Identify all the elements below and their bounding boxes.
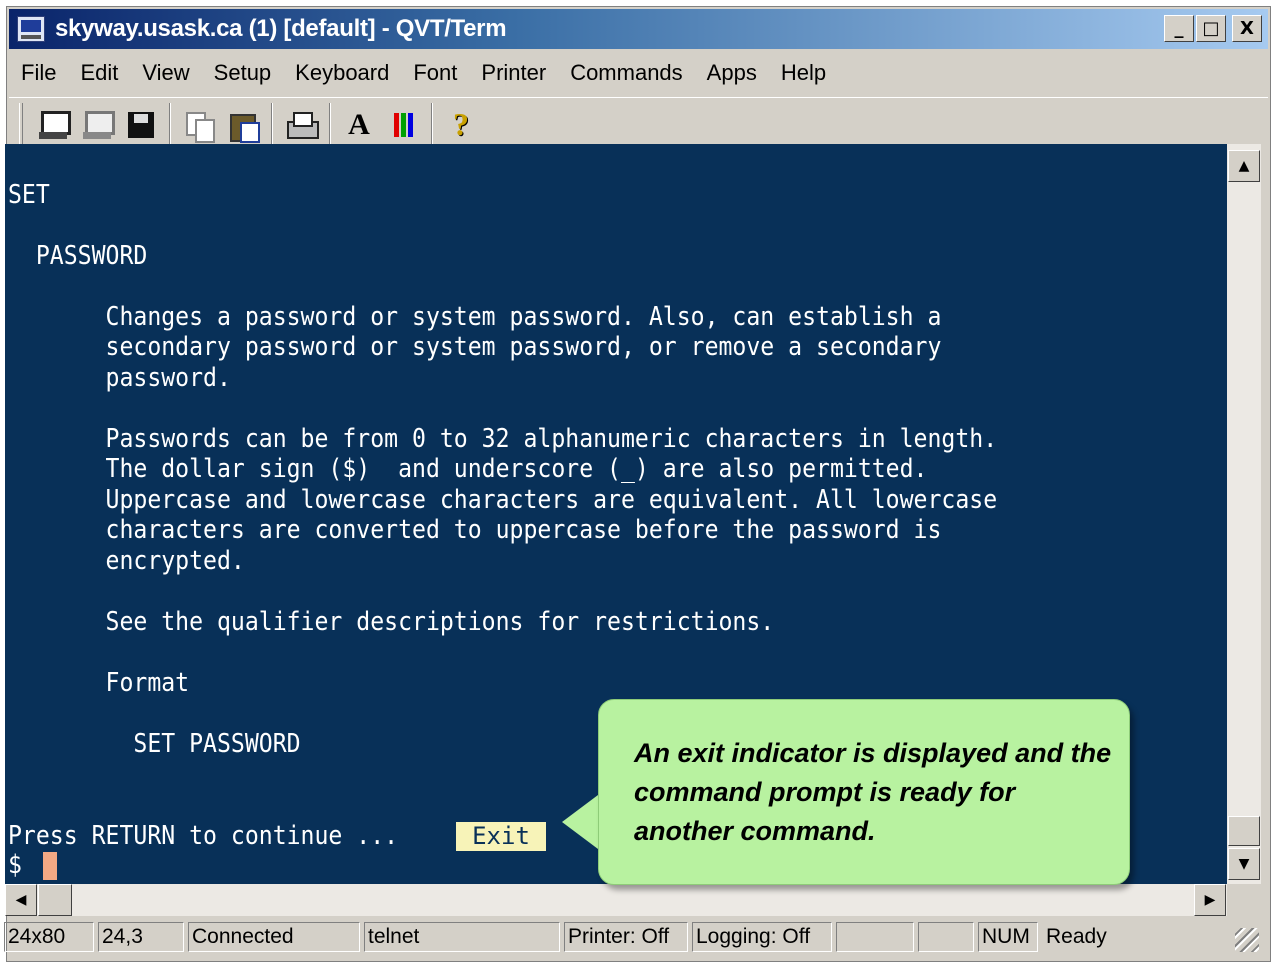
terminal-line: Passwords can be from 0 to 32 alphanumer…	[8, 424, 998, 454]
copy-icon	[184, 110, 215, 143]
scroll-up-button[interactable]: ▲	[1228, 150, 1260, 182]
status-bar: 24x80 24,3 Connected telnet Printer: Off…	[2, 920, 1261, 954]
toolbar-separator	[431, 102, 433, 147]
menu-bar: File Edit View Setup Keyboard Font Print…	[9, 53, 838, 93]
command-prompt: $	[8, 850, 22, 880]
menu-keyboard[interactable]: Keyboard	[283, 60, 401, 86]
color-bar-red	[393, 112, 399, 137]
terminal-line: encrypted.	[8, 546, 245, 576]
toolbar-separator	[271, 102, 273, 147]
exit-indicator: Exit	[456, 822, 546, 851]
terminal-line: secondary password or system password, o…	[8, 332, 942, 362]
close-button[interactable]: X	[1232, 15, 1262, 42]
terminal-line: SET PASSWORD	[8, 729, 301, 759]
continue-prompt: Press RETURN to continue ...	[8, 821, 399, 851]
scroll-left-button[interactable]: ◀	[5, 884, 37, 916]
terminal-cursor	[43, 852, 57, 880]
status-printer: Printer: Off	[564, 922, 688, 952]
colors-icon	[393, 112, 413, 137]
paste-button[interactable]	[221, 103, 265, 147]
font-icon: A	[348, 107, 370, 141]
status-num-lock: NUM	[978, 922, 1038, 952]
callout-text: An exit indicator is displayed and the c…	[634, 738, 1112, 846]
status-blank-2	[918, 922, 974, 952]
horizontal-scroll-thumb[interactable]	[38, 884, 72, 916]
horizontal-scrollbar[interactable]: ◀ ▶	[5, 884, 1227, 916]
status-screen-size: 24x80	[4, 922, 94, 952]
menu-printer[interactable]: Printer	[469, 60, 558, 86]
window-controls: _ □ X	[1164, 15, 1262, 42]
resize-grip[interactable]	[1235, 928, 1259, 952]
print-icon	[286, 110, 319, 140]
color-bar-blue	[407, 112, 413, 137]
menu-font[interactable]: Font	[401, 60, 469, 86]
menu-view[interactable]: View	[130, 60, 201, 86]
terminal-line: password.	[8, 363, 231, 393]
connect-button[interactable]	[31, 103, 75, 147]
terminal-app-icon[interactable]	[17, 16, 45, 42]
status-cursor-position: 24,3	[98, 922, 184, 952]
help-button[interactable]: ?	[439, 103, 483, 147]
disconnect-icon	[82, 110, 115, 140]
toolbar-separator	[329, 102, 331, 147]
font-button[interactable]: A	[337, 103, 381, 147]
minimize-button[interactable]: _	[1164, 15, 1194, 42]
terminal-line: Changes a password or system password. A…	[8, 302, 942, 332]
menu-edit[interactable]: Edit	[68, 60, 130, 86]
terminal-line: Uppercase and lowercase characters are e…	[8, 485, 998, 515]
title-bar[interactable]: skyway.usask.ca (1) [default] - QVT/Term…	[9, 9, 1268, 49]
window-title: skyway.usask.ca (1) [default] - QVT/Term	[55, 15, 507, 42]
vertical-scroll-thumb[interactable]	[1228, 816, 1260, 846]
copy-button[interactable]	[177, 103, 221, 147]
status-connection: Connected	[188, 922, 360, 952]
connect-icon	[38, 110, 71, 140]
terminal-line: Format	[8, 668, 190, 698]
save-button[interactable]	[119, 103, 163, 147]
callout-pointer	[562, 792, 602, 852]
toolbar-grip[interactable]	[19, 102, 23, 147]
print-button[interactable]	[279, 103, 323, 147]
terminal-line: characters are converted to uppercase be…	[8, 515, 942, 545]
help-icon: ?	[453, 106, 469, 142]
terminal-line: PASSWORD	[8, 241, 148, 271]
menu-file[interactable]: File	[9, 60, 68, 86]
scroll-right-button[interactable]: ▶	[1194, 884, 1226, 916]
terminal-line: See the qualifier descriptions for restr…	[8, 607, 775, 637]
color-bar-green	[400, 112, 406, 137]
terminal-line: SET	[8, 180, 50, 210]
disconnect-button[interactable]	[75, 103, 119, 147]
maximize-button[interactable]: □	[1196, 15, 1226, 42]
status-logging: Logging: Off	[692, 922, 832, 952]
vertical-scrollbar[interactable]: ▲ ▼	[1227, 144, 1261, 884]
save-icon	[126, 110, 156, 140]
scroll-down-button[interactable]: ▼	[1228, 848, 1260, 880]
terminal-line: The dollar sign ($) and underscore (_) a…	[8, 454, 928, 484]
menu-commands[interactable]: Commands	[558, 60, 694, 86]
status-ready: Ready	[1046, 925, 1107, 948]
paste-icon	[228, 110, 260, 143]
toolbar-separator	[169, 102, 171, 147]
menu-setup[interactable]: Setup	[202, 60, 284, 86]
status-protocol: telnet	[364, 922, 560, 952]
colors-button[interactable]	[381, 103, 425, 147]
status-blank-1	[836, 922, 914, 952]
menu-apps[interactable]: Apps	[695, 60, 769, 86]
toolbar: A ?	[9, 97, 1268, 151]
menu-help[interactable]: Help	[769, 60, 838, 86]
